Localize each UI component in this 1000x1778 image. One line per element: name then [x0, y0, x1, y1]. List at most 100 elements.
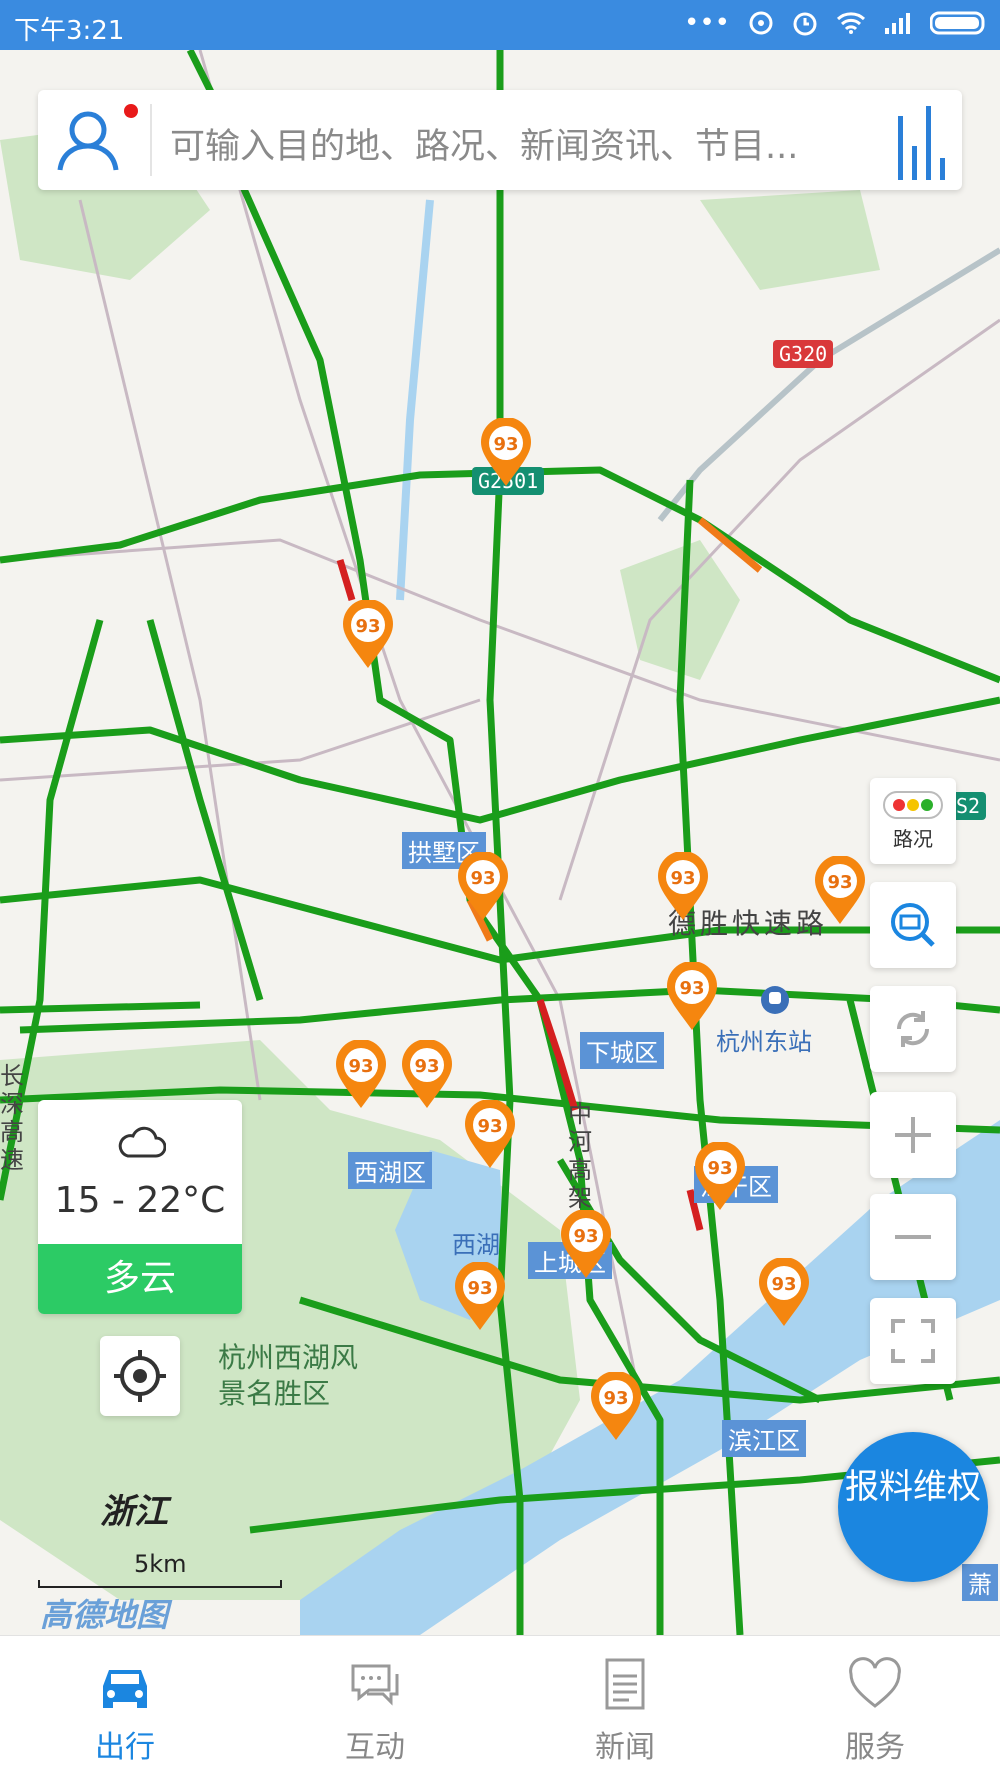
heart-service-icon [849, 1657, 901, 1708]
map-pin-icon: 93 [658, 852, 708, 920]
district-xiacheng[interactable]: 下城区 [580, 1032, 664, 1069]
radio-93-pin[interactable]: 93 [588, 1372, 644, 1442]
map-pin-icon: 93 [336, 1040, 386, 1108]
map-pin-icon: 93 [455, 1262, 505, 1330]
scale-label: 5km [134, 1550, 187, 1578]
violation-query-button[interactable] [870, 882, 956, 968]
radio-93-pin[interactable]: 93 [692, 1142, 748, 1212]
pin-label: 93 [493, 434, 518, 455]
hotspot-icon [749, 11, 773, 35]
pin-label: 93 [355, 616, 380, 637]
temperature-range: 15 - 22°C [54, 1180, 226, 1221]
amap-brand-logo: 高德地图 [40, 1596, 169, 1634]
map-pin-icon: 93 [759, 1258, 809, 1326]
radio-93-pin[interactable]: 93 [452, 1262, 508, 1332]
signal-icon [885, 13, 910, 34]
pin-label: 93 [470, 868, 495, 889]
zoom-in-button[interactable] [870, 1092, 956, 1178]
train-station-icon [761, 986, 789, 1014]
voice-bars-icon[interactable] [896, 102, 948, 182]
radio-93-pin[interactable]: 93 [756, 1258, 812, 1328]
pin-label: 93 [827, 872, 852, 893]
search-divider [150, 104, 152, 176]
tab-news-label: 新闻 [595, 1730, 655, 1765]
tab-service[interactable]: 服务 [750, 1636, 1000, 1778]
pin-label: 93 [603, 1388, 628, 1409]
pin-label: 93 [771, 1274, 796, 1295]
road-sign-g320: G320 [773, 340, 834, 368]
pin-label: 93 [573, 1226, 598, 1247]
zoom-out-button[interactable] [870, 1194, 956, 1280]
station-label: 杭州东站 [716, 1028, 812, 1056]
pin-label: 93 [679, 978, 704, 999]
user-avatar-icon[interactable] [52, 104, 124, 176]
status-time: 下午3:21 [14, 16, 125, 46]
tab-service-label: 服务 [845, 1730, 905, 1765]
cloudy-icon [118, 1126, 166, 1158]
traffic-light-icon [883, 790, 943, 819]
pin-label: 93 [414, 1056, 439, 1077]
map-pin-icon: 93 [815, 856, 865, 924]
radio-93-pin[interactable]: 93 [478, 418, 534, 488]
district-xiaoshan[interactable]: 萧 [962, 1564, 998, 1601]
radio-93-pin[interactable]: 93 [655, 852, 711, 922]
traffic-toggle-button[interactable]: 路况 [870, 778, 956, 864]
district-binjiang[interactable]: 滨江区 [722, 1420, 806, 1457]
tab-travel-label: 出行 [95, 1730, 155, 1765]
pin-label: 93 [707, 1158, 732, 1179]
tab-interact-label: 互动 [345, 1730, 405, 1765]
map-pin-icon: 93 [458, 852, 508, 920]
map-pin-icon: 93 [481, 418, 531, 486]
map-pin-icon: 93 [465, 1100, 515, 1168]
fullscreen-button[interactable] [870, 1298, 956, 1384]
car-icon [103, 1670, 147, 1708]
report-rights-label: 报料维权 [845, 1467, 981, 1507]
search-bar[interactable]: 可输入目的地、路况、新闻资讯、节目... [38, 90, 962, 190]
tab-travel[interactable]: 出行 [0, 1636, 250, 1778]
map-pin-icon: 93 [561, 1210, 611, 1278]
tab-interact[interactable]: 互动 [250, 1636, 500, 1778]
more-dots-icon: ••• [683, 8, 730, 38]
tab-news[interactable]: 新闻 [500, 1636, 750, 1778]
radio-93-pin[interactable]: 93 [558, 1210, 614, 1280]
notification-dot [124, 104, 138, 118]
plus-icon [895, 1117, 931, 1153]
status-icons: ••• [684, 8, 988, 38]
radio-93-pin[interactable]: 93 [664, 962, 720, 1032]
radio-93-pin[interactable]: 93 [399, 1040, 455, 1110]
scenic-area-label: 杭州西湖风景名胜区 [218, 1341, 359, 1410]
district-xihu[interactable]: 西湖区 [348, 1152, 432, 1189]
pin-label: 93 [348, 1056, 373, 1077]
pin-label: 93 [467, 1278, 492, 1299]
radio-93-pin[interactable]: 93 [455, 852, 511, 922]
map-pin-icon: 93 [402, 1040, 452, 1108]
lake-label: 西湖 [452, 1231, 500, 1259]
weather-condition: 多云 [38, 1244, 242, 1314]
scale-bar [38, 1580, 282, 1588]
newspaper-icon [605, 1658, 645, 1710]
weather-widget[interactable]: 15 - 22°C 多云 [38, 1100, 242, 1314]
chat-icon [351, 1664, 399, 1706]
road-label-changshen: 长深高速 [0, 1062, 24, 1174]
map-pin-icon: 93 [591, 1372, 641, 1440]
radio-93-pin[interactable]: 93 [462, 1100, 518, 1170]
violation-search-icon [891, 903, 935, 947]
minus-icon [895, 1235, 931, 1239]
report-rights-button[interactable]: 报料维权 [838, 1432, 988, 1582]
alarm-icon [793, 12, 817, 36]
search-input[interactable]: 可输入目的地、路况、新闻资讯、节目... [170, 118, 798, 169]
zhejiang-logo: 浙江 [100, 1492, 168, 1532]
map-pin-icon: 93 [695, 1142, 745, 1210]
fullscreen-icon [891, 1319, 935, 1363]
crosshair-locate-icon [114, 1350, 166, 1402]
radio-93-pin[interactable]: 93 [340, 600, 396, 670]
locate-button[interactable] [100, 1336, 180, 1416]
traffic-label: 路况 [893, 826, 933, 851]
radio-93-pin[interactable]: 93 [812, 856, 868, 926]
map-pin-icon: 93 [667, 962, 717, 1030]
battery-icon [930, 11, 985, 35]
wifi-icon [836, 12, 866, 34]
pin-label: 93 [477, 1116, 502, 1137]
refresh-button[interactable] [870, 986, 956, 1072]
radio-93-pin[interactable]: 93 [333, 1040, 389, 1110]
